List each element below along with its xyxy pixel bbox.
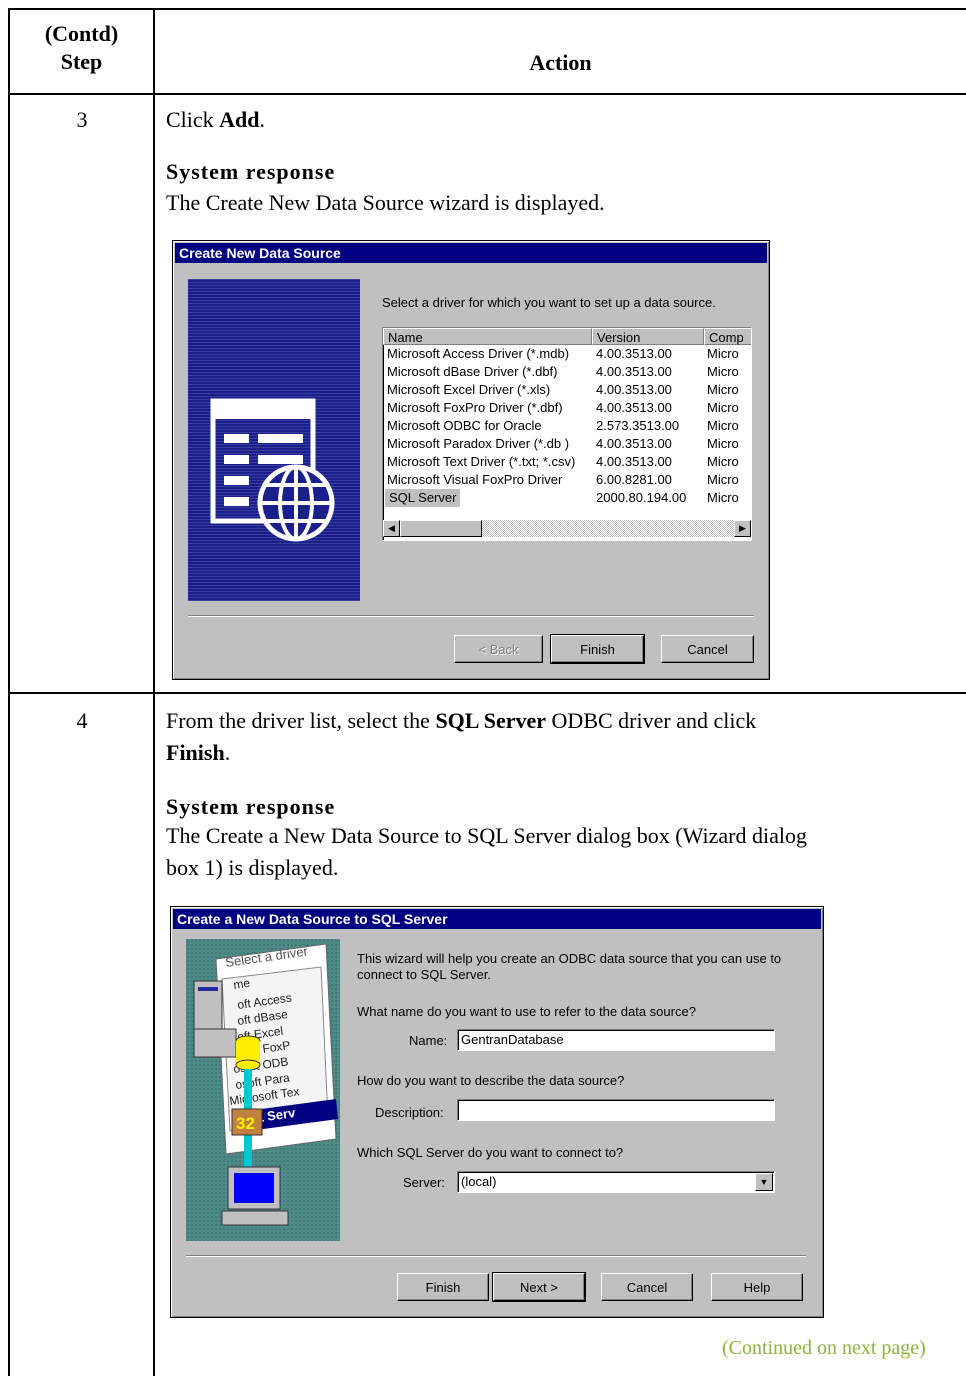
step4-number: 4 — [76, 708, 88, 733]
driver-row-company: Micro — [707, 364, 739, 379]
step3-instruction-suffix: . — [259, 107, 266, 132]
header-row-divider — [8, 93, 966, 95]
step3-system-response-label: System response — [166, 159, 336, 184]
button-separator — [188, 615, 754, 617]
cancel-button[interactable]: Cancel — [601, 1273, 693, 1301]
step4-line2-suffix: . — [224, 740, 231, 765]
step3-row-divider — [8, 692, 966, 694]
driver-row-name[interactable]: Microsoft Paradox Driver (*.db ) — [387, 435, 569, 453]
column-header-company[interactable]: Comp — [704, 328, 751, 345]
horizontal-scrollbar[interactable]: ◀ ▶ — [383, 520, 751, 537]
dialog-title-bar: Create a New Data Source to SQL Server — [173, 909, 821, 929]
driver-row-company: Micro — [707, 454, 739, 469]
finish-button[interactable]: Finish — [550, 634, 645, 664]
driver-row-version: 4.00.3513.00 — [596, 382, 672, 397]
step4-instruction: From the driver list, select the SQL Ser… — [166, 705, 756, 769]
step4-system-response-label: System response — [166, 794, 336, 819]
driver-row-name[interactable]: Microsoft Visual FoxPro Driver — [387, 471, 562, 489]
driver-row-name[interactable]: SQL Server — [385, 489, 461, 507]
step-header-line2: Step — [60, 49, 103, 74]
step3-instruction-prefix: Click — [166, 107, 220, 132]
driver-row-company: Micro — [707, 472, 739, 487]
wizard-intro-line2: connect to SQL Server. — [357, 967, 491, 982]
driver-row-name[interactable]: Microsoft Access Driver (*.mdb) — [387, 345, 569, 363]
help-button[interactable]: Help — [711, 1273, 803, 1301]
scroll-right-icon[interactable]: ▶ — [734, 520, 751, 537]
wizard-art-panel — [188, 279, 360, 601]
driver-row-version: 4.00.3513.00 — [596, 364, 672, 379]
driver-row-version: 4.00.3513.00 — [596, 436, 672, 451]
server-label: Server: — [403, 1175, 445, 1190]
driver-select-prompt: Select a driver for which you want to se… — [382, 295, 716, 310]
driver-row-name[interactable]: Microsoft ODBC for Oracle — [387, 417, 542, 435]
step4-line1-suffix: ODBC driver and click — [546, 708, 757, 733]
driver-row-version: 4.00.3513.00 — [596, 454, 672, 469]
svg-text:32: 32 — [236, 1114, 255, 1133]
driver-row-version: 4.00.3513.00 — [596, 400, 672, 415]
name-label: Name: — [409, 1033, 448, 1048]
column-header-name[interactable]: Name — [383, 328, 592, 345]
step3-system-response-text: The Create New Data Source wizard is dis… — [166, 190, 605, 215]
driver-row-name[interactable]: Microsoft Text Driver (*.txt; *.csv) — [387, 453, 575, 471]
step4-system-response-text: The Create a New Data Source to SQL Serv… — [166, 820, 807, 884]
name-field[interactable]: GentranDatabase — [457, 1029, 775, 1051]
description-question: How do you want to describe the data sou… — [357, 1073, 625, 1088]
step4-line1-prefix: From the driver list, select the — [166, 708, 436, 733]
step4-instruction-line1: From the driver list, select the SQL Ser… — [166, 705, 756, 737]
step3-instruction-bold: Add — [219, 107, 260, 132]
back-button[interactable]: < Back — [454, 635, 543, 663]
scroll-thumb[interactable] — [400, 520, 482, 537]
driver-row-company: Micro — [707, 382, 739, 397]
step4-line2-bold: Finish — [166, 740, 225, 765]
driver-row-company: Micro — [707, 400, 739, 415]
wizard-intro-line1: This wizard will help you create an ODBC… — [357, 951, 782, 966]
driver-list[interactable]: Name Version Comp Microsoft Access Drive… — [382, 327, 752, 541]
driver-row-version: 4.00.3513.00 — [596, 346, 672, 361]
driver-row-company: Micro — [707, 490, 739, 505]
wizard-art-panel: Select a driver me oft Access oft dBase … — [186, 939, 340, 1241]
driver-row-name[interactable]: Microsoft dBase Driver (*.dbf) — [387, 363, 558, 381]
server-select[interactable]: (local) ▼ — [457, 1171, 775, 1193]
description-label: Description: — [375, 1105, 444, 1120]
dropdown-arrow-icon[interactable]: ▼ — [755, 1173, 773, 1191]
server-select-value: (local) — [461, 1174, 497, 1189]
step4-instruction-line2: Finish. — [166, 737, 756, 769]
driver-row-version: 2.573.3513.00 — [596, 418, 680, 433]
data-source-globe-icon — [210, 398, 335, 542]
table-top-border — [8, 8, 966, 10]
description-field[interactable] — [457, 1099, 775, 1121]
continued-note: (Continued on next page) — [722, 1337, 926, 1359]
step4-response-line1: The Create a New Data Source to SQL Serv… — [166, 823, 807, 848]
driver-row-name[interactable]: Microsoft Excel Driver (*.xls) — [387, 381, 550, 399]
dialog-title-bar: Create New Data Source — [175, 243, 767, 263]
step4-line1-bold: SQL Server — [435, 708, 547, 733]
button-separator — [186, 1255, 806, 1257]
art-line-1: me — [232, 976, 251, 992]
scroll-left-icon[interactable]: ◀ — [383, 520, 400, 537]
driver-row-company: Micro — [707, 436, 739, 451]
step4-response-line2: box 1) is displayed. — [166, 855, 339, 880]
step-column-header: (Contd) Step — [10, 20, 153, 76]
step3-number: 3 — [76, 107, 88, 132]
driver-row-company: Micro — [707, 418, 739, 433]
driver-row-name[interactable]: Microsoft FoxPro Driver (*.dbf) — [387, 399, 563, 417]
sql-server-wizard-art-icon: Select a driver me oft Access oft dBase … — [193, 943, 338, 1226]
driver-row-version: 6.00.8281.00 — [596, 472, 672, 487]
create-new-data-source-dialog: Create New Data Source Select a driver f… — [172, 240, 770, 680]
action-column-header: Action — [529, 50, 592, 75]
cancel-button[interactable]: Cancel — [661, 635, 754, 663]
step3-instruction: Click Add. — [166, 104, 265, 136]
driver-row-version: 2000.80.194.00 — [596, 490, 687, 505]
column-header-version[interactable]: Version — [592, 328, 704, 345]
server-question: Which SQL Server do you want to connect … — [357, 1145, 624, 1160]
next-button[interactable]: Next > — [492, 1272, 586, 1302]
name-question: What name do you want to use to refer to… — [357, 1004, 696, 1019]
finish-button[interactable]: Finish — [397, 1273, 489, 1301]
step-header-line1: (Contd) — [44, 21, 119, 46]
driver-row-company: Micro — [707, 346, 739, 361]
sql-server-dsn-wizard-dialog: Create a New Data Source to SQL Server S… — [170, 906, 824, 1318]
